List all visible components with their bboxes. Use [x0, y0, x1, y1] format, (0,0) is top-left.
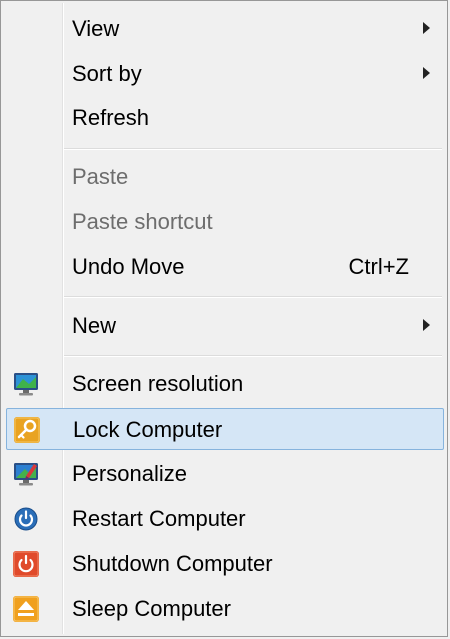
menu-item-label: Paste: [72, 164, 129, 189]
personalize-monitor-icon: [12, 460, 40, 488]
menu-item-undo-move[interactable]: Undo Move Ctrl+Z: [6, 246, 444, 288]
menu-separator: [64, 355, 442, 356]
menu-item-label: Refresh: [72, 105, 150, 130]
menu-item-paste: Paste: [6, 156, 444, 198]
menu-item-shutdown-computer[interactable]: Shutdown Computer: [6, 543, 444, 585]
menu-item-label: Paste shortcut: [72, 209, 213, 234]
menu-item-paste-shortcut: Paste shortcut: [6, 201, 444, 243]
menu-item-label: Shutdown Computer: [72, 551, 273, 576]
menu-item-screen-resolution[interactable]: Screen resolution: [6, 363, 444, 405]
menu-item-label: Sort by: [72, 61, 142, 86]
menu-item-sort-by[interactable]: Sort by: [6, 53, 444, 95]
menu-item-label: New: [72, 313, 117, 338]
menu-item-restart-computer[interactable]: Restart Computer: [6, 498, 444, 540]
menu-item-label: Sleep Computer: [72, 596, 231, 621]
submenu-arrow-icon: [423, 67, 430, 79]
restart-icon: [12, 505, 40, 533]
menu-item-label: Personalize: [72, 461, 187, 486]
menu-item-label: View: [72, 16, 120, 41]
menu-item-view[interactable]: View: [6, 8, 444, 50]
menu-item-label: Undo Move: [72, 254, 185, 279]
menu-item-sleep-computer[interactable]: Sleep Computer: [6, 588, 444, 630]
eject-sleep-icon: [12, 595, 40, 623]
power-icon: [12, 550, 40, 578]
menu-item-refresh[interactable]: Refresh: [6, 97, 444, 139]
menu-item-label: Screen resolution: [72, 371, 244, 396]
desktop-context-menu: View Sort by Refresh Paste Paste shortcu…: [0, 0, 448, 637]
menu-item-personalize[interactable]: Personalize: [6, 453, 444, 495]
menu-item-new[interactable]: New: [6, 305, 444, 347]
submenu-arrow-icon: [423, 319, 430, 331]
menu-item-label: Lock Computer: [73, 417, 223, 442]
menu-item-label: Restart Computer: [72, 506, 246, 531]
menu-item-lock-computer[interactable]: Lock Computer: [6, 408, 444, 450]
shortcut-text: Ctrl+Z: [348, 254, 410, 279]
monitor-icon: [12, 370, 40, 398]
key-icon: [13, 416, 41, 444]
menu-separator: [64, 296, 442, 297]
submenu-arrow-icon: [423, 22, 430, 34]
menu-separator: [64, 148, 442, 149]
